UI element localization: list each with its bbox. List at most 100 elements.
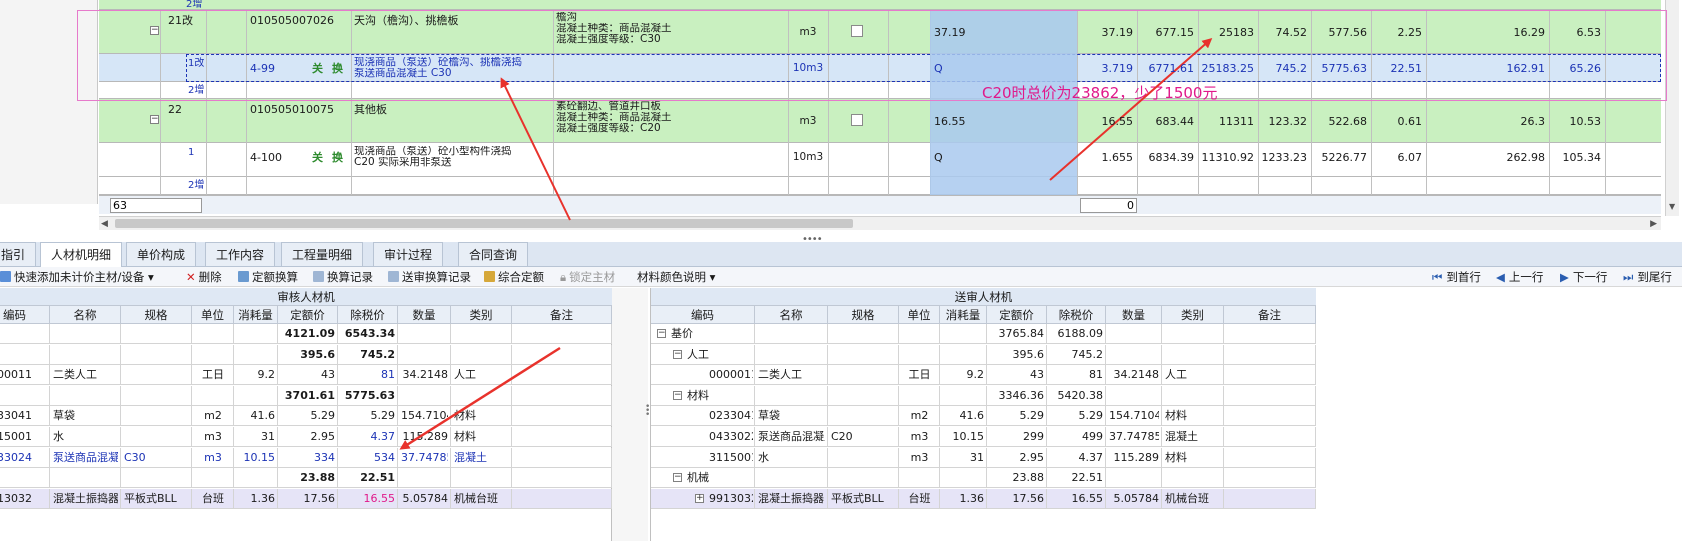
cell-quota: 4121.09 [284,327,335,340]
column-header[interactable]: 名称 [50,306,121,324]
table-row[interactable]: − 人工 395.6 745.2 [651,344,1316,365]
cell-spec: C20 [831,430,853,443]
tool-delete-button[interactable]: ✕ 删除 [186,267,222,287]
column-header[interactable]: 规格 [121,306,192,324]
item-unit: m3 [799,115,817,127]
cell-profit: 6.53 [1576,26,1602,39]
table-row[interactable]: 工 395.6 745.2 [0,344,612,365]
nav-next-row-button[interactable]: ▶ 下一行 [1560,267,1607,287]
table-row[interactable]: 3115001 水 m3 31 2.95 4.37 115.289 材料 [651,447,1316,468]
table-row[interactable]: 4121.09 6543.34 [0,324,612,344]
scroll-left-arrow-icon[interactable]: ◀ [101,219,108,229]
tool-composite-quota-button[interactable]: 综合定额 [484,267,544,287]
table-row[interactable]: +9913032 混凝土振捣器平板式BLL 台班 1.36 17.56 16.55 5.05… [651,488,1316,509]
cell-note [515,406,609,426]
table-row[interactable]: 0000011 二类人工 工日 9.2 43 81 34.2148 人工 [651,365,1316,386]
table-row[interactable]: 料 3701.61 5775.63 [0,385,612,406]
cell-unit: 台班 [908,491,931,505]
footer-count-input[interactable] [110,198,202,213]
cell-quota: 299 [1023,430,1044,443]
scroll-right-arrow-icon[interactable]: ▶ [1650,219,1657,229]
scrollbar-thumb[interactable] [115,219,853,228]
panel-splitter[interactable] [612,288,648,541]
horizontal-scrollbar[interactable]: ◀ ▶ [99,216,1661,230]
column-header[interactable]: 类别 [1162,306,1224,324]
table-row[interactable]: 0233041 草袋 m2 41.6 5.29 5.29 154.7104 材料 [0,406,612,427]
item-checkbox[interactable] [851,114,863,126]
collapse-icon[interactable]: − [673,473,682,483]
tool-quick-add-button[interactable]: 快速添加未计价主材/设备 ▾ [0,267,154,287]
column-header[interactable]: 消耗量 [234,306,278,324]
cell-qty [401,386,448,406]
cell-quota: 43 [321,368,335,382]
column-header[interactable]: 编码 [0,306,50,324]
table-row[interactable]: 3115001 水 m3 31 2.95 4.37 115.289 材料 [0,427,612,447]
cell-unit: 工日 [908,368,931,382]
collapse-icon[interactable]: − [673,349,682,359]
price-annotation: C20时总价为23862，少了1500元 [982,84,1218,102]
footer-total-input[interactable] [1080,198,1137,213]
table-row[interactable]: − 机械 23.88 22.51 [651,468,1316,489]
column-header[interactable]: 名称 [755,306,828,324]
column-header[interactable]: 编码 [651,306,755,324]
cell-taxfree: 6543.34 [344,327,395,340]
column-header[interactable]: 定额价 [987,306,1047,324]
collapse-icon[interactable]: − [673,390,682,400]
column-header[interactable]: 数量 [398,306,451,324]
column-header[interactable]: 数量 [1106,306,1162,324]
table-row[interactable]: 0233041 草袋 m2 41.6 5.29 5.29 154.7104 材料 [651,406,1316,427]
table-row[interactable]: 0433022 泵送商品混凝土 C20 m3 10.15 299 499 37.74785 混凝… [651,427,1316,447]
tab-0[interactable]: 指引 [0,242,37,266]
collapse-icon[interactable]: − [657,329,666,338]
tab-2[interactable]: 单价构成 [126,242,197,266]
column-header[interactable]: 定额价 [278,306,338,324]
nav-prev-row-button[interactable]: ◀ 上一行 [1496,267,1543,287]
table-row[interactable]: 0000011 二类人工 工日 9.2 43 81 34.2148 人工 [0,365,612,386]
cell-total: 11310.92 [1201,151,1255,164]
expand-icon[interactable]: + [695,493,704,503]
quantity-expression: Q [934,151,943,164]
tool-convert-log-button[interactable]: 换算记录 [313,267,373,287]
table-row[interactable] [99,0,1661,10]
flag-off[interactable]: 关 [312,151,326,164]
nav-last-row-button[interactable]: ⏭ 到尾行 [1623,267,1672,287]
column-header[interactable]: 除税价 [1047,306,1106,324]
vertical-scrollbar[interactable]: ▼ [1665,0,1679,216]
tab-5[interactable]: 审计过程 [373,242,444,266]
column-header[interactable]: 备注 [512,306,612,324]
tab-6[interactable]: 合同查询 [458,242,529,266]
tab-4[interactable]: 工程量明细 [281,242,364,266]
item-id: 22 [168,103,182,116]
tool-color-legend-button[interactable]: 材料颜色说明 ▾ [637,267,715,287]
table-row[interactable]: − 基价 3765.84 6188.09 [651,324,1316,344]
tool-submit-convert-log-button[interactable]: 送审换算记录 [388,267,471,287]
cell-name [758,324,825,344]
cell-consume [943,324,984,344]
column-header[interactable]: 备注 [1224,306,1316,324]
tool-quota-convert-button[interactable]: 定额换算 [238,267,298,287]
tool-lock-material-button[interactable]: 🔒︎ 锁定主材 [560,267,615,287]
tab-1[interactable]: 人材机明细 [40,242,123,267]
cell-note [515,427,609,447]
column-header[interactable]: 单位 [899,306,940,324]
collapse-icon[interactable]: − [150,115,159,124]
column-header[interactable]: 除税价 [338,306,398,324]
nav-first-row-button[interactable]: ⏮ 到首行 [1432,267,1481,287]
table-row[interactable]: 9913032 混凝土振捣器平板式BLL 台班 1.36 17.56 16.55 5.057… [0,488,612,509]
table-row[interactable]: − 材料 3346.36 5420.38 [651,385,1316,406]
column-header[interactable]: 类别 [451,306,512,324]
tab-3[interactable]: 工作内容 [205,242,276,266]
cell-code: 基价 [671,327,693,340]
table-row[interactable]: 械 23.88 22.51 [0,468,612,489]
column-header[interactable]: 单位 [192,306,234,324]
table-row[interactable]: 0433024 泵送商品混凝土 C30 m3 10.15 334 534 37.74785 混凝… [0,447,612,468]
flag-convert[interactable]: 换 [332,151,346,164]
cell-taxfree: 4.37 [370,430,396,443]
scroll-down-arrow-icon[interactable]: ▼ [1669,202,1675,211]
cell-code: 料 [0,386,47,406]
quantity-expression: 16.55 [934,115,966,128]
column-header[interactable]: 消耗量 [940,306,987,324]
cell-unit [195,345,231,365]
column-header[interactable]: 规格 [828,306,899,324]
cell-qty: 154.7104 [401,409,448,423]
